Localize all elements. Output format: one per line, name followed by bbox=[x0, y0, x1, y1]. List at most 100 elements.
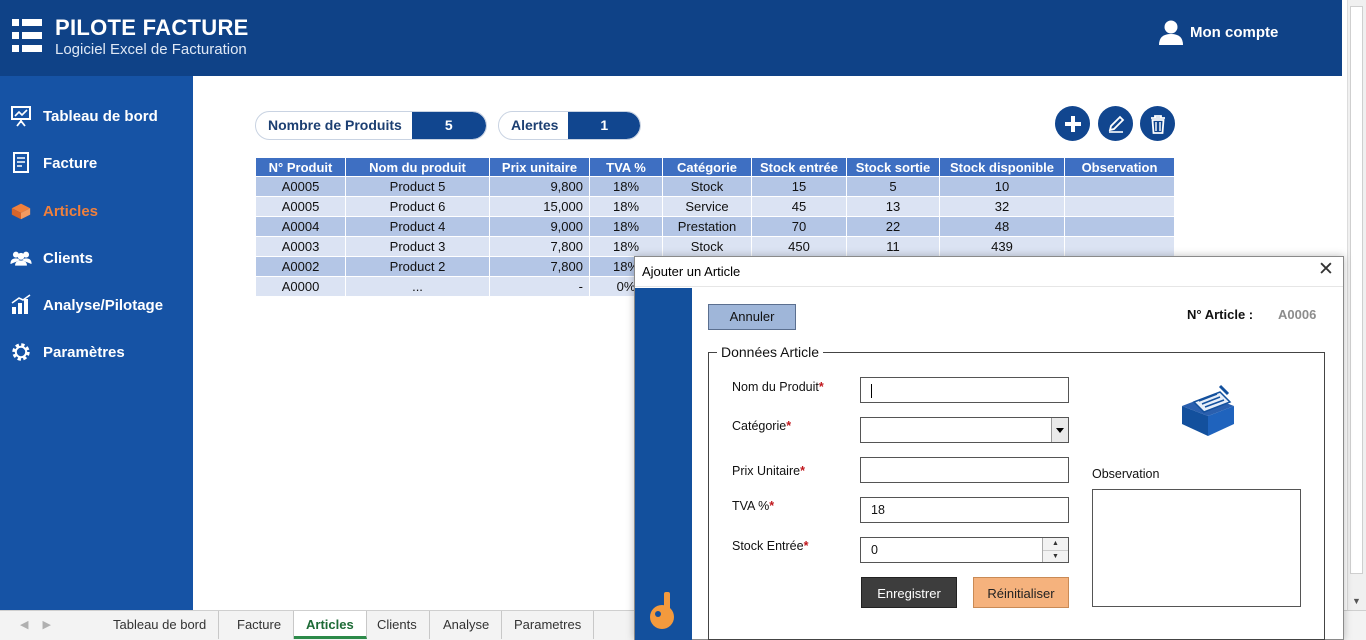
scrollbar-thumb[interactable] bbox=[1350, 6, 1363, 574]
table-cell[interactable]: 5 bbox=[846, 176, 940, 197]
table-cell[interactable]: 18% bbox=[589, 216, 663, 237]
product-name-input[interactable] bbox=[860, 377, 1069, 403]
sidebar-item-clients[interactable]: Clients bbox=[0, 240, 193, 276]
sheet-tab-analyse[interactable]: Analyse bbox=[431, 611, 503, 639]
sheet-tab-facture[interactable]: Facture bbox=[225, 611, 295, 639]
table-cell[interactable]: A0005 bbox=[255, 176, 346, 197]
observation-label: Observation bbox=[1092, 467, 1160, 481]
table-cell[interactable]: 450 bbox=[751, 236, 847, 257]
column-header[interactable]: Catégorie bbox=[662, 157, 752, 177]
table-cell[interactable]: Product 5 bbox=[345, 176, 490, 197]
table-cell[interactable]: Product 4 bbox=[345, 216, 490, 237]
vat-label-text: TVA % bbox=[732, 499, 770, 513]
table-cell[interactable]: Product 2 bbox=[345, 256, 490, 277]
text-caret bbox=[871, 383, 872, 398]
table-cell[interactable]: 7,800 bbox=[489, 256, 590, 277]
observation-textarea[interactable] bbox=[1092, 489, 1301, 607]
unit-price-input[interactable] bbox=[860, 457, 1069, 483]
table-cell[interactable]: ... bbox=[345, 276, 490, 297]
table-row[interactable]: A0005 Product 5 9,800 18% Stock 15 5 10 bbox=[255, 176, 1175, 197]
table-cell[interactable]: 22 bbox=[846, 216, 940, 237]
reset-button[interactable]: Réinitialiser bbox=[973, 577, 1069, 608]
column-header[interactable]: Stock entrée bbox=[751, 157, 847, 177]
table-cell[interactable]: 10 bbox=[939, 176, 1065, 197]
vat-input[interactable]: 18 bbox=[860, 497, 1069, 523]
pencil-icon bbox=[1108, 115, 1124, 133]
edit-article-button[interactable] bbox=[1098, 106, 1133, 141]
table-row[interactable]: A0004 Product 4 9,000 18% Prestation 70 22 48 bbox=[255, 216, 1175, 237]
table-cell[interactable]: A0004 bbox=[255, 216, 346, 237]
presentation-board-icon bbox=[10, 105, 32, 127]
table-cell[interactable]: - bbox=[489, 276, 590, 297]
column-header[interactable]: Observation bbox=[1064, 157, 1175, 177]
table-row[interactable]: A0003 Product 3 7,800 18% Stock 450 11 439 bbox=[255, 236, 1175, 257]
table-cell[interactable]: 48 bbox=[939, 216, 1065, 237]
sheet-tab-parametres[interactable]: Parametres bbox=[502, 611, 595, 639]
sidebar-item-facture[interactable]: Facture bbox=[0, 145, 193, 181]
list-menu-icon[interactable] bbox=[12, 19, 42, 53]
table-cell[interactable]: 13 bbox=[846, 196, 940, 217]
sidebar-item-label: Paramètres bbox=[43, 343, 125, 361]
column-header[interactable]: Stock disponible bbox=[939, 157, 1065, 177]
delete-article-button[interactable] bbox=[1140, 106, 1175, 141]
sidebar-item-analyse[interactable]: Analyse/Pilotage bbox=[0, 287, 193, 323]
table-cell[interactable]: Product 6 bbox=[345, 196, 490, 217]
dialog-titlebar[interactable]: Ajouter un Article ✕ bbox=[635, 257, 1343, 287]
sidebar-item-parametres[interactable]: Paramètres bbox=[0, 334, 193, 370]
category-select[interactable] bbox=[860, 417, 1069, 443]
column-header[interactable]: Stock sortie bbox=[846, 157, 940, 177]
table-cell[interactable]: A0000 bbox=[255, 276, 346, 297]
sheet-tab-clients[interactable]: Clients bbox=[365, 611, 430, 639]
sheet-scroll-arrows-icon[interactable]: ◀▶ bbox=[20, 618, 65, 631]
column-header[interactable]: Nom du produit bbox=[345, 157, 490, 177]
scroll-down-arrow-icon[interactable]: ▼ bbox=[1352, 596, 1361, 606]
table-cell[interactable]: A0005 bbox=[255, 196, 346, 217]
table-cell[interactable] bbox=[1064, 196, 1175, 217]
table-cell[interactable]: 15 bbox=[751, 176, 847, 197]
table-cell[interactable]: Service bbox=[662, 196, 752, 217]
sidebar-item-articles[interactable]: Articles bbox=[0, 193, 193, 229]
table-cell[interactable]: 18% bbox=[589, 236, 663, 257]
column-header[interactable]: Prix unitaire bbox=[489, 157, 590, 177]
table-cell[interactable] bbox=[1064, 236, 1175, 257]
table-cell[interactable]: 45 bbox=[751, 196, 847, 217]
table-cell[interactable]: Product 3 bbox=[345, 236, 490, 257]
alerts-counter-value: 1 bbox=[568, 112, 640, 139]
category-label-text: Catégorie bbox=[732, 419, 787, 433]
table-cell[interactable]: Stock bbox=[662, 236, 752, 257]
cancel-button[interactable]: Annuler bbox=[708, 304, 796, 330]
table-cell[interactable]: 439 bbox=[939, 236, 1065, 257]
table-row[interactable]: A0005 Product 6 15,000 18% Service 45 13 32 bbox=[255, 196, 1175, 217]
stock-in-stepper[interactable]: 0 ▲ ▼ bbox=[860, 537, 1069, 563]
close-icon[interactable]: ✕ bbox=[1318, 260, 1334, 280]
table-cell[interactable]: 32 bbox=[939, 196, 1065, 217]
table-cell[interactable]: 70 bbox=[751, 216, 847, 237]
spin-buttons: ▲ ▼ bbox=[1042, 538, 1068, 562]
table-cell[interactable]: 7,800 bbox=[489, 236, 590, 257]
sheet-tab-tableau-de-bord[interactable]: Tableau de bord bbox=[101, 611, 220, 639]
table-cell[interactable]: 18% bbox=[589, 196, 663, 217]
table-cell[interactable]: 9,000 bbox=[489, 216, 590, 237]
spin-up-icon[interactable]: ▲ bbox=[1043, 538, 1068, 550]
table-cell[interactable] bbox=[1064, 176, 1175, 197]
vertical-scrollbar[interactable]: ▼ bbox=[1347, 0, 1366, 610]
table-cell[interactable]: Prestation bbox=[662, 216, 752, 237]
trash-icon bbox=[1150, 114, 1165, 134]
add-article-button[interactable] bbox=[1055, 106, 1090, 141]
table-cell[interactable]: A0002 bbox=[255, 256, 346, 277]
table-cell[interactable]: Stock bbox=[662, 176, 752, 197]
table-cell[interactable]: 18% bbox=[589, 176, 663, 197]
column-header[interactable]: TVA % bbox=[589, 157, 663, 177]
table-cell[interactable]: 15,000 bbox=[489, 196, 590, 217]
save-button[interactable]: Enregistrer bbox=[861, 577, 957, 608]
table-cell[interactable]: A0003 bbox=[255, 236, 346, 257]
column-header[interactable]: N° Produit bbox=[255, 157, 346, 177]
account-button[interactable]: Mon compte bbox=[1158, 20, 1278, 45]
dropdown-arrow-button[interactable] bbox=[1051, 418, 1068, 442]
sheet-tab-articles[interactable]: Articles bbox=[294, 611, 367, 639]
table-cell[interactable]: 11 bbox=[846, 236, 940, 257]
sidebar-item-tableau-de-bord[interactable]: Tableau de bord bbox=[0, 98, 193, 134]
table-cell[interactable]: 9,800 bbox=[489, 176, 590, 197]
table-cell[interactable] bbox=[1064, 216, 1175, 237]
spin-down-icon[interactable]: ▼ bbox=[1043, 550, 1068, 562]
